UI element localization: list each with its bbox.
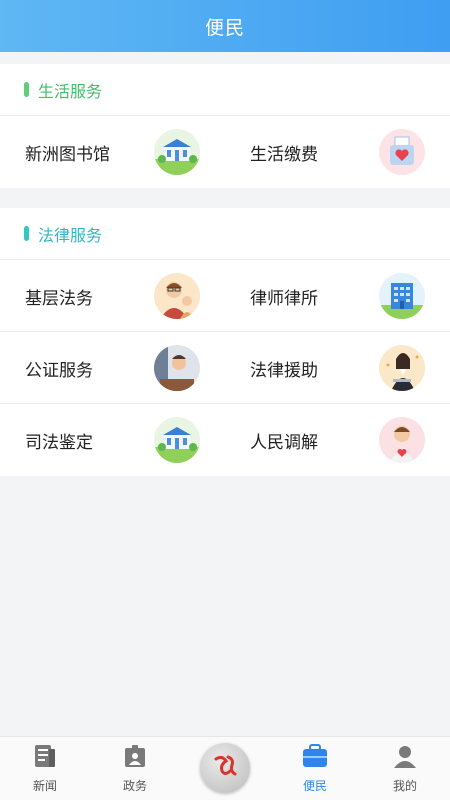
service-label: 司法鉴定 [25,432,93,453]
tab-mine[interactable]: 我的 [360,743,450,799]
service-label: 基层法务 [25,288,93,309]
service-label: 新洲图书馆 [25,144,110,165]
newspaper-icon [32,743,58,769]
mediator-person-icon [379,417,425,463]
service-row: 新洲图书馆 生活缴费 [0,116,450,188]
section-header: 生活服务 [0,64,450,116]
section-life-services: 生活服务 新洲图书馆 生活缴费 [0,64,450,188]
judicial-building-icon [154,417,200,463]
service-row: 基层法务 律师律所 [0,260,450,332]
section-accent-bar [24,82,29,97]
legal-aid-lawyer-icon [379,345,425,391]
service-item-judicial-appraisal[interactable]: 司法鉴定 [0,404,225,476]
center-logo-button[interactable] [200,743,250,793]
section-legal-services: 法律服务 基层法务 律师律所 公证服务 法律援助 司法鉴定 人民调解 [0,208,450,476]
section-title: 生活服务 [38,81,103,101]
notary-officer-icon [154,345,200,391]
tab-label: 便民 [302,779,327,793]
user-icon [392,743,418,769]
tab-government[interactable]: 政务 [90,743,180,799]
section-header: 法律服务 [0,208,450,260]
grassroots-lawyer-icon [154,273,200,319]
tab-news[interactable]: 新闻 [0,743,90,799]
page-title: 便民 [204,16,245,39]
service-item-grassroots-legal[interactable]: 基层法务 [0,260,225,332]
section-accent-bar [24,226,29,241]
briefcase-icon [302,743,328,769]
tab-convenience[interactable]: 便民 [270,743,360,799]
tab-label: 新闻 [32,779,57,793]
service-item-lawyers-firms[interactable]: 律师律所 [225,260,450,332]
section-title: 法律服务 [38,225,103,245]
service-item-mediation[interactable]: 人民调解 [225,404,450,476]
service-row: 司法鉴定 人民调解 [0,404,450,476]
service-label: 公证服务 [25,360,93,381]
service-label: 律师律所 [250,288,318,309]
service-item-bill-payment[interactable]: 生活缴费 [225,116,450,188]
service-item-notary[interactable]: 公证服务 [0,332,225,404]
logo-icon [210,751,240,785]
top-header: 便民 [0,0,450,52]
tab-label: 我的 [392,779,417,793]
service-label: 人民调解 [250,432,318,453]
badge-icon [122,743,148,769]
tab-label: 政务 [122,779,147,793]
service-item-library[interactable]: 新洲图书馆 [0,116,225,188]
service-label: 生活缴费 [250,144,318,165]
service-label: 法律援助 [250,360,318,381]
service-item-legal-aid[interactable]: 法律援助 [225,332,450,404]
payment-box-heart-icon [379,129,425,175]
law-firm-building-icon [379,273,425,319]
library-building-icon [154,129,200,175]
service-row: 公证服务 法律援助 [0,332,450,404]
